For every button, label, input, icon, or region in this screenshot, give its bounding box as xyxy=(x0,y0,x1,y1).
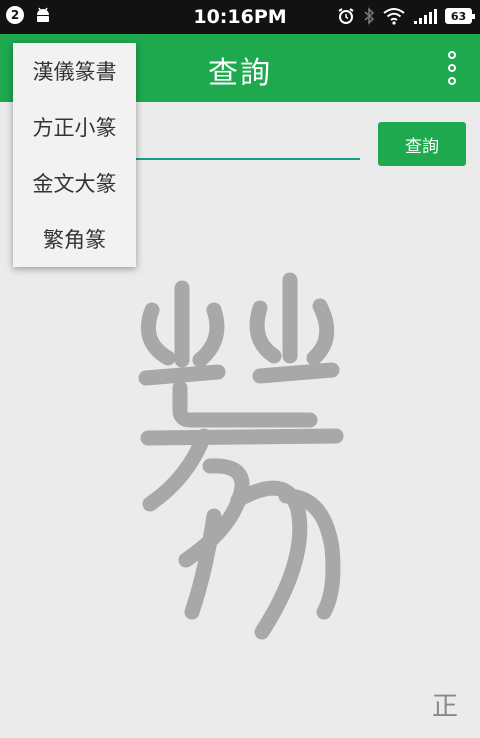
wifi-icon xyxy=(383,8,405,25)
font-style-menu: 漢儀篆書 方正小篆 金文大篆 繁角篆 xyxy=(13,43,136,267)
overflow-dot xyxy=(448,64,456,72)
overflow-menu-icon[interactable] xyxy=(444,51,460,85)
query-button[interactable]: 查詢 xyxy=(378,122,466,166)
overflow-dot xyxy=(448,51,456,59)
status-bar: 2 10:16PM 63 xyxy=(0,0,480,34)
seal-script-glyph xyxy=(138,272,344,640)
menu-item-fanjiao-zhuan[interactable]: 繁角篆 xyxy=(13,211,136,267)
bluetooth-icon xyxy=(364,7,375,25)
font-style-label[interactable]: 正 xyxy=(432,686,458,723)
battery-icon: 63 xyxy=(445,8,475,24)
menu-item-hanyi-zhuanshu[interactable]: 漢儀篆書 xyxy=(13,43,136,99)
seal-glyph-display xyxy=(110,260,370,650)
signal-icon xyxy=(414,9,437,24)
overflow-dot xyxy=(448,77,456,85)
menu-item-fangzheng-xiaozhuan[interactable]: 方正小篆 xyxy=(13,99,136,155)
menu-item-jinwen-dazhuan[interactable]: 金文大篆 xyxy=(13,155,136,211)
status-right: 63 xyxy=(337,7,475,25)
alarm-icon xyxy=(338,8,354,24)
